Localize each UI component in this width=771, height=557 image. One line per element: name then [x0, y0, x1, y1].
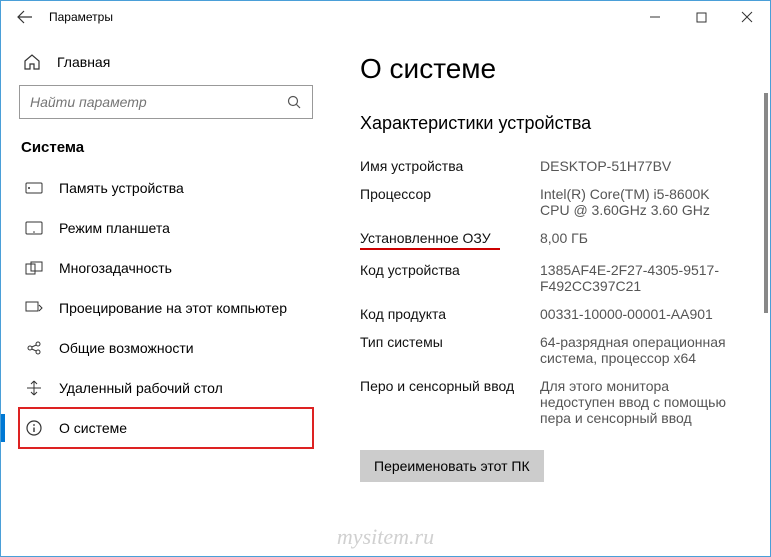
spec-value: 1385AF4E-2F27-4305-9517-F492CC397C21	[540, 262, 740, 294]
minimize-button[interactable]	[632, 1, 678, 33]
minimize-icon	[649, 11, 661, 23]
maximize-button[interactable]	[678, 1, 724, 33]
spec-label: Имя устройства	[360, 158, 540, 174]
spec-row-cpu: Процессор Intel(R) Core(TM) i5-8600K CPU…	[360, 180, 742, 224]
window-title: Параметры	[49, 10, 113, 24]
sidebar-section-title: Система	[19, 139, 313, 156]
scrollbar[interactable]	[764, 93, 768, 546]
spec-value: 64-разрядная операционная система, проце…	[540, 334, 740, 366]
search-input[interactable]	[30, 94, 287, 110]
spec-label: Код устройства	[360, 262, 540, 294]
sidebar-item-multitask[interactable]: Многозадачность	[19, 248, 313, 288]
multitask-icon	[25, 259, 43, 277]
home-label: Главная	[57, 54, 110, 70]
sidebar-item-label: Многозадачность	[59, 260, 172, 276]
tablet-icon	[25, 219, 43, 237]
project-icon	[25, 299, 43, 317]
sidebar-item-label: Общие возможности	[59, 340, 194, 356]
close-button[interactable]	[724, 1, 770, 33]
sidebar-item-projecting[interactable]: Проецирование на этот компьютер	[19, 288, 313, 328]
titlebar: Параметры	[1, 1, 770, 33]
spec-label: Код продукта	[360, 306, 540, 322]
rename-pc-button[interactable]: Переименовать этот ПК	[360, 450, 544, 482]
sidebar-item-tablet[interactable]: Режим планшета	[19, 208, 313, 248]
sidebar-item-label: Проецирование на этот компьютер	[59, 300, 287, 316]
share-icon	[25, 339, 43, 357]
spec-value: Intel(R) Core(TM) i5-8600K CPU @ 3.60GHz…	[540, 186, 740, 218]
sidebar-item-remote[interactable]: Удаленный рабочий стол	[19, 368, 313, 408]
info-icon	[25, 419, 43, 437]
search-box[interactable]	[19, 85, 313, 119]
main-content: О системе Характеристики устройства Имя …	[331, 33, 770, 556]
spec-row-pen: Перо и сенсорный ввод Для этого монитора…	[360, 372, 742, 432]
scrollbar-thumb[interactable]	[764, 93, 768, 313]
home-link[interactable]: Главная	[19, 45, 313, 85]
sidebar-item-shared[interactable]: Общие возможности	[19, 328, 313, 368]
home-icon	[23, 53, 41, 71]
remote-icon	[25, 379, 43, 397]
sidebar-item-label: Удаленный рабочий стол	[59, 380, 223, 396]
spec-value: 8,00 ГБ	[540, 230, 588, 250]
spec-value: Для этого монитора недоступен ввод с пом…	[540, 378, 740, 426]
sidebar: Главная Система Память устройства Режим …	[1, 33, 331, 556]
spec-row-product-id: Код продукта 00331-10000-00001-AA901	[360, 300, 742, 328]
spec-label: Установленное ОЗУ	[360, 230, 540, 250]
sidebar-item-about[interactable]: О системе	[19, 408, 313, 448]
maximize-icon	[696, 12, 707, 23]
spec-value: 00331-10000-00001-AA901	[540, 306, 713, 322]
spec-row-ram: Установленное ОЗУ 8,00 ГБ	[360, 224, 742, 256]
spec-row-system-type: Тип системы 64-разрядная операционная си…	[360, 328, 742, 372]
section-title: Характеристики устройства	[360, 113, 742, 134]
page-title: О системе	[360, 53, 742, 85]
storage-icon	[25, 179, 43, 197]
close-icon	[741, 11, 753, 23]
spec-row-device-name: Имя устройства DESKTOP-51H77BV	[360, 152, 742, 180]
spec-label: Процессор	[360, 186, 540, 218]
spec-value: DESKTOP-51H77BV	[540, 158, 671, 174]
sidebar-item-label: О системе	[59, 420, 127, 436]
search-icon	[287, 95, 302, 110]
sidebar-item-storage[interactable]: Память устройства	[19, 168, 313, 208]
arrow-left-icon	[17, 9, 33, 25]
window-controls	[632, 1, 770, 33]
sidebar-item-label: Режим планшета	[59, 220, 170, 236]
sidebar-item-label: Память устройства	[59, 180, 184, 196]
back-button[interactable]	[9, 1, 41, 33]
spec-row-device-id: Код устройства 1385AF4E-2F27-4305-9517-F…	[360, 256, 742, 300]
spec-label: Тип системы	[360, 334, 540, 366]
spec-label: Перо и сенсорный ввод	[360, 378, 540, 426]
